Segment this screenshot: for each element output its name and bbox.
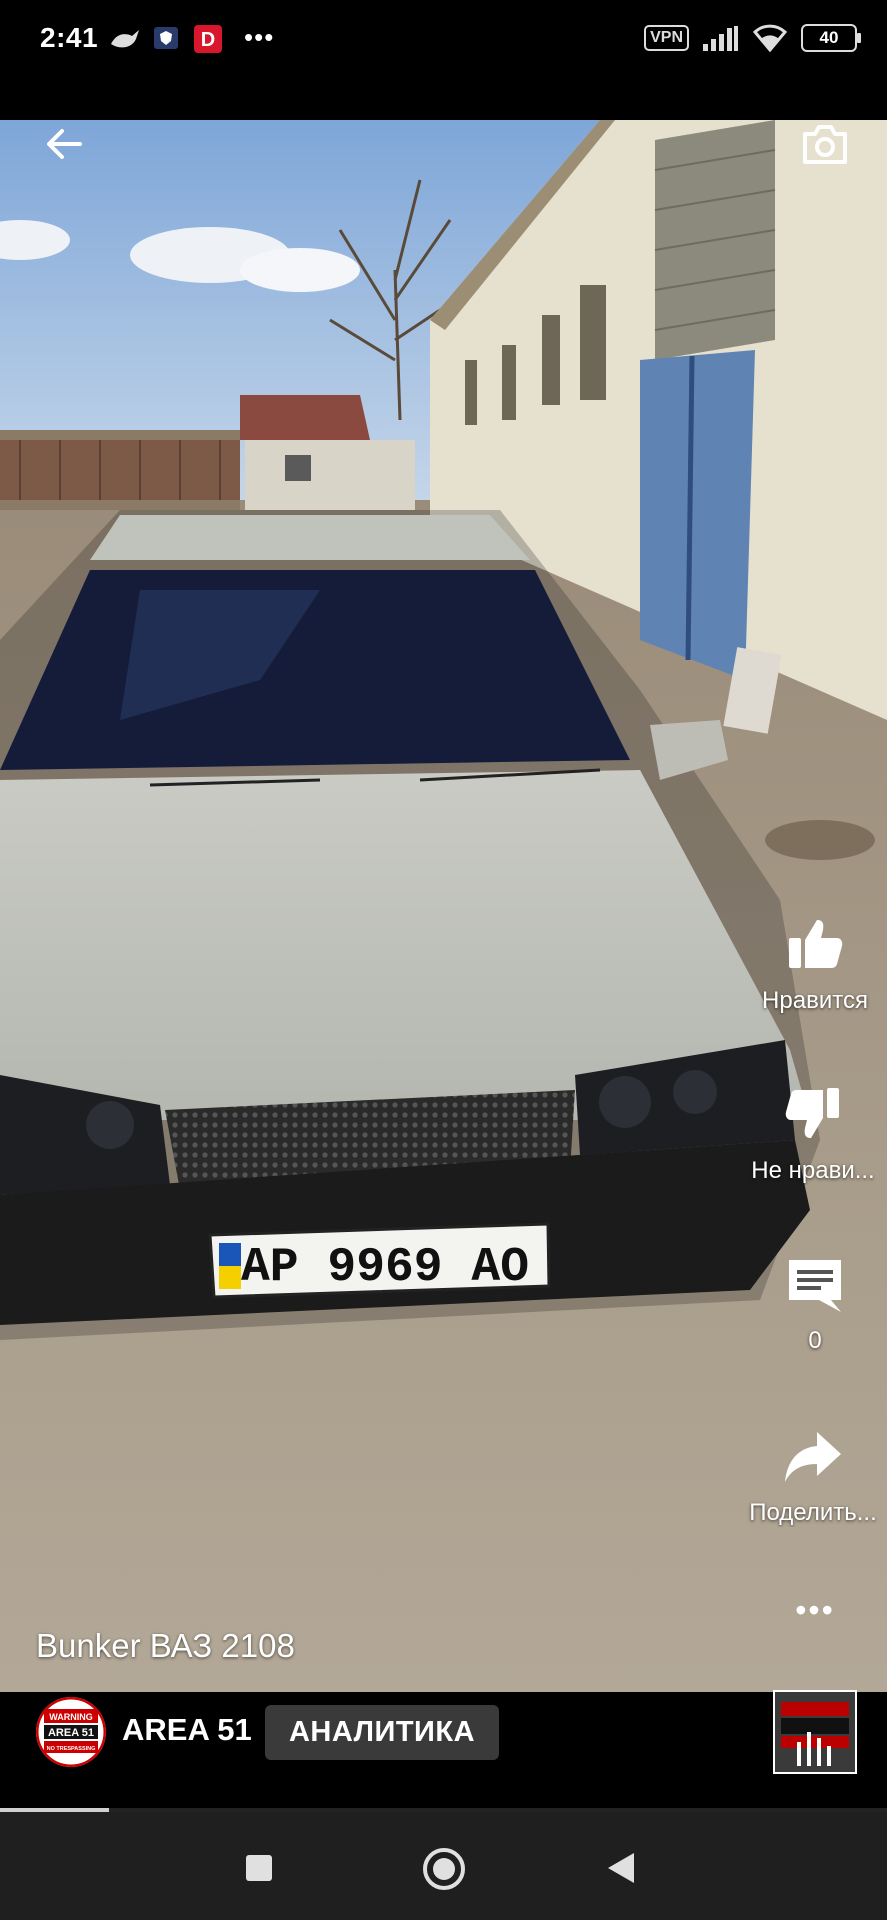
back-arrow-icon[interactable]	[40, 120, 88, 168]
home-icon[interactable]	[423, 1848, 465, 1890]
shield-app-icon	[154, 27, 178, 49]
d-app-icon: D	[194, 25, 222, 53]
more-dots-icon: •••	[795, 1592, 835, 1628]
comment-icon	[789, 1260, 841, 1312]
status-bar: 2:41 D ••• VPN 40	[0, 0, 887, 120]
video-title: Bunker ВАЗ 2108	[36, 1627, 295, 1664]
share-label: Поделить...	[749, 1499, 877, 1526]
channel-name[interactable]: AREA 51	[122, 1712, 252, 1748]
more-notifications-icon: •••	[244, 22, 275, 52]
avatar-notrespass-text: NO TRESPASSING	[47, 1746, 96, 1752]
status-time: 2:41	[40, 22, 99, 53]
thumbs-down-icon	[785, 1088, 839, 1138]
more-options-button[interactable]: •••	[735, 1592, 887, 1629]
nav-back-icon[interactable]	[608, 1853, 634, 1883]
share-button[interactable]: Поделить...	[733, 1424, 887, 1527]
battery-indicator: 40	[801, 24, 861, 52]
share-arrow-icon	[785, 1432, 841, 1482]
like-button[interactable]: Нравится	[735, 912, 887, 1015]
channel-avatar[interactable]: WARNING AREA 51 NO TRESPASSING	[36, 1697, 106, 1767]
dislike-button[interactable]: Не нрави...	[733, 1082, 887, 1185]
comments-count: 0	[808, 1327, 822, 1354]
signal-icon	[703, 26, 738, 51]
area51-thumbnail-icon	[775, 1692, 855, 1772]
vpn-badge: VPN	[644, 25, 689, 51]
camera-icon[interactable]	[799, 118, 851, 170]
status-right: VPN 40	[644, 24, 861, 52]
analytics-button[interactable]: АНАЛИТИКА	[265, 1705, 499, 1760]
wifi-icon	[753, 24, 787, 52]
battery-level: 40	[819, 28, 839, 47]
license-plate: AP 9969 AO	[208, 1222, 551, 1299]
dislike-label: Не нрави...	[751, 1157, 875, 1184]
comments-button[interactable]: 0	[735, 1252, 887, 1355]
notification-bird-icon	[111, 30, 139, 48]
thumbs-up-icon	[789, 920, 843, 968]
like-label: Нравится	[762, 987, 868, 1014]
sound-thumbnail[interactable]	[773, 1690, 857, 1774]
avatar-area-text: AREA 51	[48, 1727, 94, 1739]
plate-text: AP 9969 AO	[241, 1241, 529, 1295]
area51-logo-icon: WARNING AREA 51 NO TRESPASSING	[36, 1697, 106, 1767]
avatar-warning-text: WARNING	[49, 1712, 93, 1722]
svg-text:D: D	[201, 29, 215, 51]
recent-apps-icon[interactable]	[246, 1855, 272, 1881]
